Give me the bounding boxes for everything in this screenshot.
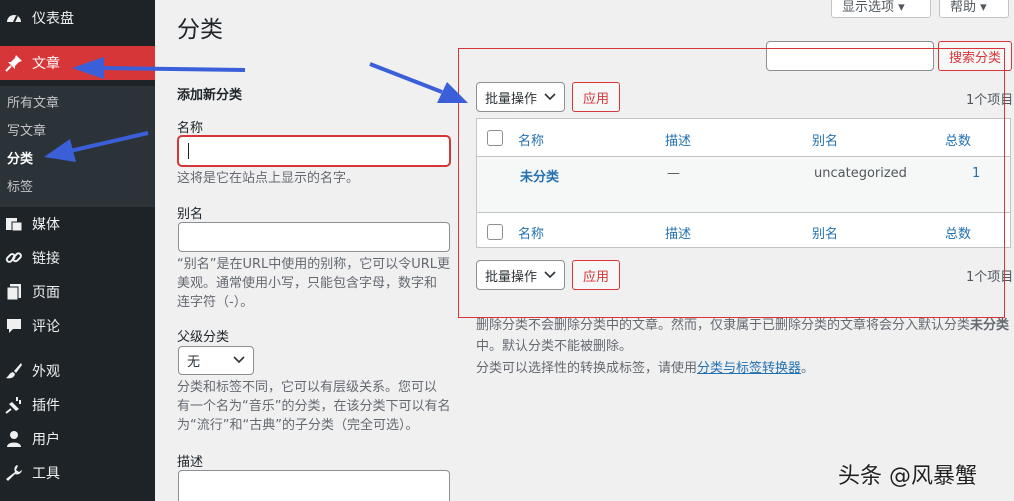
arrow-to-bulk-actions (369, 62, 443, 94)
watermark-text: 头条 @风暴蟹 (838, 464, 977, 489)
arrow-to-categories (69, 131, 149, 153)
arrow-to-posts (99, 66, 246, 72)
annotation-arrows (44, 57, 468, 162)
